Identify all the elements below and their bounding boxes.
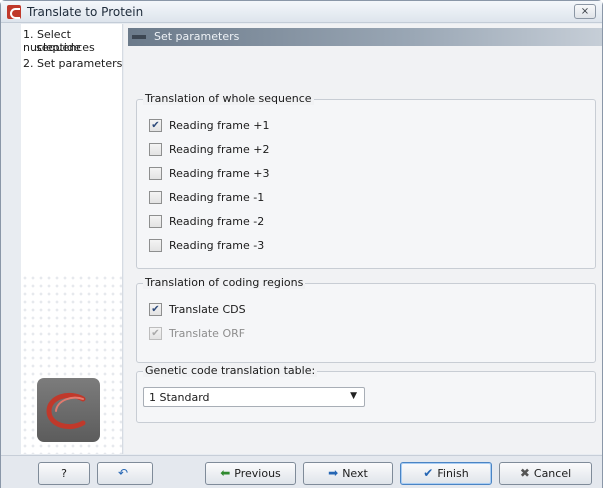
frame-plus1-label: Reading frame +1 xyxy=(169,119,270,132)
app-icon xyxy=(7,5,21,19)
reset-button[interactable]: ↶ xyxy=(97,462,153,485)
translate-orf-checkbox: ✔ xyxy=(149,327,162,340)
previous-label: Previous xyxy=(234,467,281,480)
section-header-title: Set parameters xyxy=(154,30,240,43)
next-button[interactable]: ➡ Next xyxy=(303,462,393,485)
genetic-code-value: 1 Standard xyxy=(149,391,210,404)
checkmark-icon: ✔ xyxy=(423,466,434,480)
frame-plus2-label: Reading frame +2 xyxy=(169,143,270,156)
frame-minus2-label: Reading frame -2 xyxy=(169,215,265,228)
genetic-code-select[interactable]: 1 Standard ▼ xyxy=(143,387,365,407)
frame-minus1-label: Reading frame -1 xyxy=(169,191,265,204)
cancel-label: Cancel xyxy=(533,467,572,480)
main-panel: Set parameters Translation of whole sequ… xyxy=(124,24,602,454)
translate-cds-label: Translate CDS xyxy=(169,303,246,316)
section-header: Set parameters xyxy=(128,28,602,46)
frame-minus3-label: Reading frame -3 xyxy=(169,239,265,252)
finish-label: Finish xyxy=(437,467,469,480)
coding-regions-label: Translation of coding regions xyxy=(143,276,306,289)
arrow-right-icon: ➡ xyxy=(328,466,339,480)
next-label: Next xyxy=(342,467,368,480)
previous-button[interactable]: ⬅ Previous xyxy=(205,462,296,485)
step-select-sequences-cont[interactable]: sequences xyxy=(36,41,122,54)
title-bar: Translate to Protein ⨯ xyxy=(1,1,602,23)
cancel-button[interactable]: ✖ Cancel xyxy=(499,462,592,485)
step-set-parameters[interactable]: 2. Set parameters xyxy=(23,57,122,70)
close-x-icon: ✖ xyxy=(519,466,530,480)
frame-minus2-checkbox[interactable] xyxy=(149,215,162,228)
frame-plus3-label: Reading frame +3 xyxy=(169,167,270,180)
frame-plus3-checkbox[interactable] xyxy=(149,167,162,180)
translate-dialog: Translate to Protein ⨯ 1. Select nucleot… xyxy=(0,0,603,488)
button-bar: ? ↶ ⬅ Previous ➡ Next ✔ Finish ✖ Cancel xyxy=(1,455,602,488)
arrow-left-icon: ⬅ xyxy=(220,466,231,480)
whole-sequence-label: Translation of whole sequence xyxy=(143,92,314,105)
chevron-down-icon[interactable]: ▼ xyxy=(350,391,357,401)
frame-minus3-checkbox[interactable] xyxy=(149,239,162,252)
clc-logo-icon xyxy=(46,393,86,429)
help-button[interactable]: ? xyxy=(38,462,90,485)
coding-regions-group: Translation of coding regions ✔ Translat… xyxy=(136,276,596,363)
translate-cds-checkbox[interactable]: ✔ xyxy=(149,303,162,316)
whole-sequence-group: Translation of whole sequence ✔ Reading … xyxy=(136,92,596,269)
window-title: Translate to Protein xyxy=(27,5,144,19)
genetic-code-group: Genetic code translation table: 1 Standa… xyxy=(136,364,596,423)
close-button[interactable]: ⨯ xyxy=(574,4,596,19)
frame-plus2-checkbox[interactable] xyxy=(149,143,162,156)
genetic-code-label: Genetic code translation table: xyxy=(143,364,318,377)
frame-plus1-checkbox[interactable]: ✔ xyxy=(149,119,162,132)
frame-minus1-checkbox[interactable] xyxy=(149,191,162,204)
finish-button[interactable]: ✔ Finish xyxy=(400,462,492,485)
reset-icon: ↶ xyxy=(117,466,129,480)
translate-orf-label: Translate ORF xyxy=(169,327,246,340)
